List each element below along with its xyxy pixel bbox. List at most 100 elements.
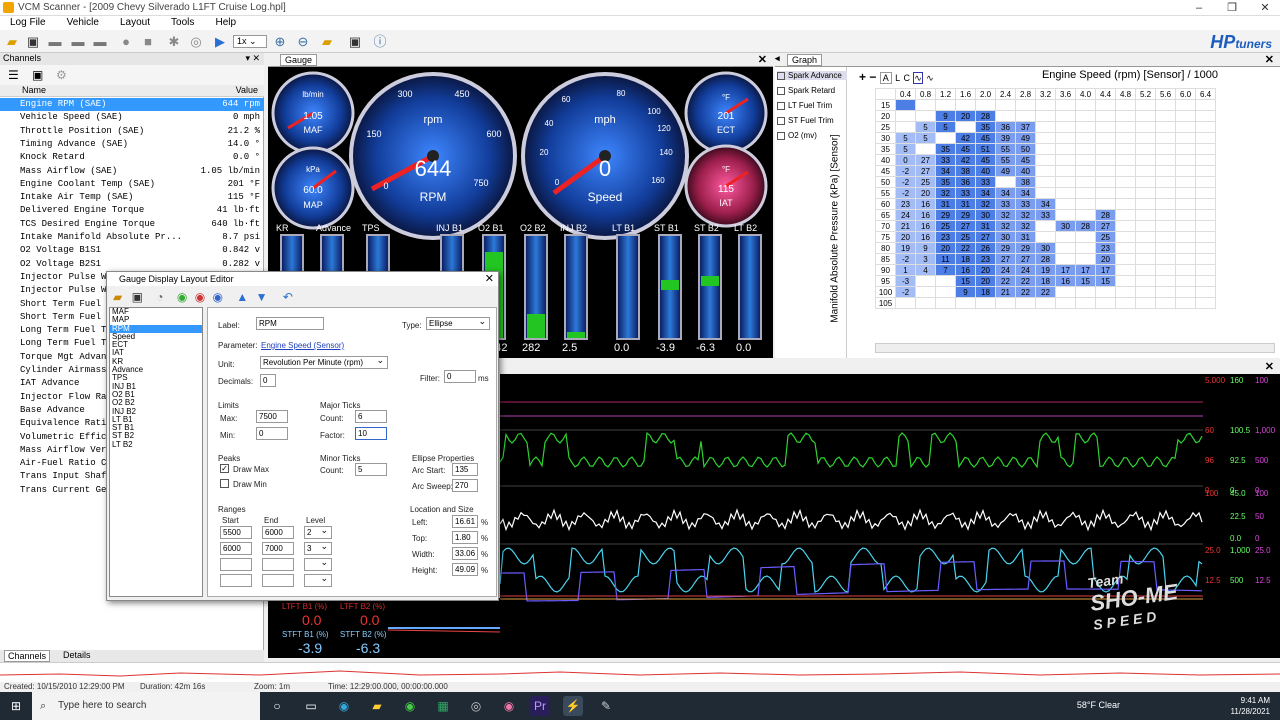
table-cell[interactable] xyxy=(1115,275,1136,287)
delete-gauge-icon[interactable]: ◉ xyxy=(195,290,205,304)
table-cell[interactable] xyxy=(1055,110,1076,122)
table-cell[interactable] xyxy=(1135,297,1156,309)
table-cell[interactable] xyxy=(1075,165,1096,177)
table-cell[interactable]: 25 xyxy=(915,176,936,188)
channel-row[interactable]: Knock Retard 0.0 ° xyxy=(0,151,264,164)
gauge-list-item[interactable]: LT B2 xyxy=(110,440,202,449)
table-cell[interactable] xyxy=(1115,110,1136,122)
table-cell[interactable]: 3 xyxy=(915,253,936,265)
table-cell[interactable]: 18 xyxy=(975,286,996,298)
table-cell[interactable]: 32 xyxy=(935,187,956,199)
table-cell[interactable]: 35 xyxy=(975,121,996,133)
table-cell[interactable] xyxy=(915,110,936,122)
table-cell[interactable]: 24 xyxy=(895,209,916,221)
range-level-select[interactable]: 2 xyxy=(304,525,332,539)
table-cell[interactable] xyxy=(1055,198,1076,210)
table-cell[interactable] xyxy=(1175,176,1196,188)
folder-arrow-icon[interactable]: ▰ xyxy=(318,33,336,50)
table-cell[interactable] xyxy=(1115,187,1136,199)
table-cell[interactable] xyxy=(1135,286,1156,298)
trace-icon[interactable]: ∿ xyxy=(913,72,923,84)
legend-item[interactable]: ST Fuel Trim xyxy=(777,116,847,125)
table-cell[interactable]: 19 xyxy=(895,242,916,254)
table-cell[interactable]: 22 xyxy=(955,242,976,254)
table-cell[interactable] xyxy=(1195,264,1216,276)
table-cell[interactable] xyxy=(1035,220,1056,232)
channel-row[interactable]: TCS Desired Engine Torque 640 lb·ft xyxy=(0,218,264,231)
table-cell[interactable] xyxy=(915,286,936,298)
table-cell[interactable] xyxy=(1115,286,1136,298)
table-cell[interactable]: 15 xyxy=(1075,275,1096,287)
table-cell[interactable] xyxy=(895,99,916,111)
table-cell[interactable] xyxy=(1135,99,1156,111)
range-start-input[interactable]: 5500 xyxy=(220,526,252,539)
abs-button[interactable]: A xyxy=(879,72,892,84)
table-cell[interactable] xyxy=(1135,165,1156,177)
table-cell[interactable]: 30 xyxy=(995,231,1016,243)
table-cell[interactable] xyxy=(1015,297,1036,309)
table-cell[interactable]: 31 xyxy=(975,220,996,232)
table-cell[interactable] xyxy=(1115,198,1136,210)
table-cell[interactable]: 33 xyxy=(1035,209,1056,221)
table-cell[interactable] xyxy=(1175,187,1196,199)
table-cell[interactable] xyxy=(1195,187,1216,199)
table-cell[interactable] xyxy=(1175,286,1196,298)
range-level-select[interactable] xyxy=(304,557,332,571)
table-cell[interactable] xyxy=(1055,231,1076,243)
table-cell[interactable]: 0 xyxy=(895,154,916,166)
table-cell[interactable] xyxy=(1075,242,1096,254)
channel-row[interactable]: Timing Advance (SAE) 14.0 ° xyxy=(0,138,264,151)
table-cell[interactable] xyxy=(1155,275,1176,287)
table-cell[interactable] xyxy=(1195,154,1216,166)
channel-row[interactable]: O2 Voltage B1S1 0.842 v xyxy=(0,244,264,257)
zoom-in-icon[interactable]: ⊕ xyxy=(271,33,289,50)
table-cell[interactable] xyxy=(1115,165,1136,177)
tab-channels[interactable]: Channels xyxy=(4,650,51,662)
table-cell[interactable] xyxy=(1175,275,1196,287)
table-cell[interactable] xyxy=(1095,165,1116,177)
table-cell[interactable]: 26 xyxy=(975,242,996,254)
channel-row[interactable]: Engine RPM (SAE) 644 rpm xyxy=(0,98,264,112)
table-cell[interactable] xyxy=(1195,165,1216,177)
remove-icon[interactable]: − xyxy=(869,70,876,84)
table-cell[interactable] xyxy=(995,297,1016,309)
table-cell[interactable]: 50 xyxy=(1015,143,1036,155)
table-cell[interactable] xyxy=(1195,220,1216,232)
table-cell[interactable] xyxy=(1175,297,1196,309)
table-cell[interactable] xyxy=(1115,143,1136,155)
table-cell[interactable] xyxy=(1155,297,1176,309)
table-cell[interactable] xyxy=(1015,99,1036,111)
table-cell[interactable] xyxy=(1135,220,1156,232)
table-cell[interactable]: 32 xyxy=(1015,220,1036,232)
table-cell[interactable] xyxy=(1035,132,1056,144)
table-cell[interactable]: 40 xyxy=(975,165,996,177)
table-cell[interactable] xyxy=(1135,253,1156,265)
table-cell[interactable] xyxy=(1135,209,1156,221)
table-cell[interactable]: 33 xyxy=(995,198,1016,210)
table-cell[interactable] xyxy=(1075,231,1096,243)
windows-start-icon[interactable]: ⊞ xyxy=(6,696,26,716)
table-cell[interactable]: 5 xyxy=(895,132,916,144)
menu-vehicle[interactable]: Vehicle xyxy=(67,17,99,28)
min-input[interactable]: 0 xyxy=(256,427,288,440)
table-cell[interactable]: 28 xyxy=(1075,220,1096,232)
table-cell[interactable] xyxy=(895,297,916,309)
table-cell[interactable] xyxy=(915,143,936,155)
table-cell[interactable] xyxy=(935,99,956,111)
width-input[interactable]: 33.06 xyxy=(452,547,478,560)
table-cell[interactable] xyxy=(1135,187,1156,199)
range-end-input[interactable] xyxy=(262,558,294,571)
table-cell[interactable] xyxy=(1175,154,1196,166)
table-cell[interactable]: 34 xyxy=(975,187,996,199)
table-cell[interactable] xyxy=(1135,231,1156,243)
table-cell[interactable]: 22 xyxy=(1015,275,1036,287)
table-cell[interactable] xyxy=(1155,209,1176,221)
clock-time[interactable]: 9:41 AM xyxy=(1231,695,1270,706)
table-cell[interactable] xyxy=(1195,121,1216,133)
table-cell[interactable] xyxy=(1195,198,1216,210)
table-cell[interactable] xyxy=(1195,297,1216,309)
table-cell[interactable] xyxy=(1095,176,1116,188)
table-cell[interactable] xyxy=(915,297,936,309)
table-cell[interactable] xyxy=(1075,187,1096,199)
table-cell[interactable] xyxy=(1155,132,1176,144)
